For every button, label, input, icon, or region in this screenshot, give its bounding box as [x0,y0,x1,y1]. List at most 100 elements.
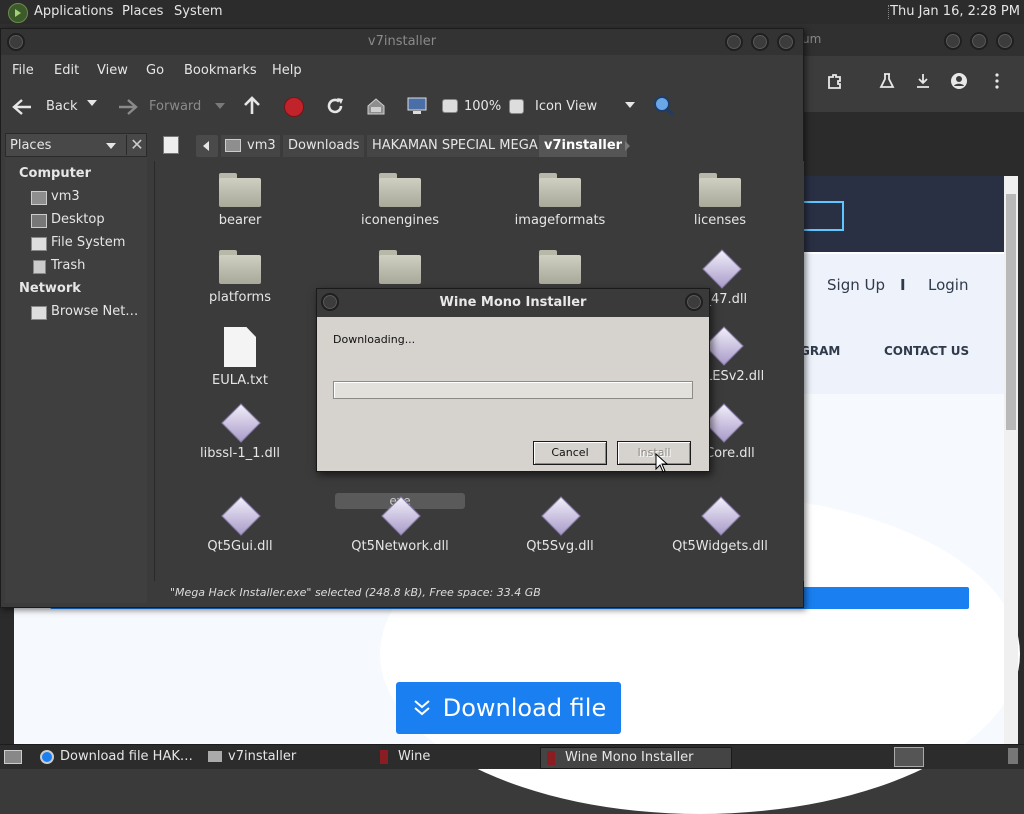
computer-icon[interactable] [406,96,428,120]
file-item[interactable]: Qt5Gui.dll [165,496,315,554]
up-icon[interactable] [242,95,262,121]
search-icon[interactable] [653,95,675,121]
view-mode-chevron-icon[interactable] [625,102,635,108]
file-item[interactable]: platforms [165,250,315,305]
sidebar-item-trash[interactable]: Trash [51,258,85,273]
minimize-button[interactable] [725,33,743,51]
menu-file[interactable]: File [12,63,34,78]
sign-up-link[interactable]: Sign Up [827,276,885,294]
forward-arrow-icon[interactable] [117,97,139,121]
scrollbar-thumb[interactable] [1006,194,1016,430]
edit-location-icon[interactable] [163,136,179,154]
file-item[interactable] [325,250,475,290]
file-item[interactable] [485,250,635,290]
show-desktop-icon[interactable] [4,750,22,764]
sidebar-item-vm3[interactable]: vm3 [51,189,80,204]
minimize-button[interactable] [944,32,962,50]
home-folder-icon [225,139,241,152]
file-item[interactable]: libssl-1_1.dll [165,403,315,461]
menu-view[interactable]: View [97,63,128,78]
login-link[interactable]: Login [928,276,968,294]
close-button[interactable] [996,32,1014,50]
zoom-in-icon[interactable] [509,99,524,114]
file-item[interactable]: bearer [165,173,315,228]
folder-icon [699,173,741,207]
close-sidebar-icon[interactable]: ✕ [126,135,147,155]
file-item[interactable]: iconengines [325,173,475,228]
dll-icon [701,496,741,536]
taskbar-item-wine[interactable]: Wine [374,747,548,767]
nav-contact-link[interactable]: CONTACT US [884,344,969,358]
dll-icon [704,326,744,366]
applications-menu[interactable]: Applications [34,0,113,24]
taskbar-item-file-manager[interactable]: v7installer [204,747,388,767]
forward-button[interactable]: Forward [149,99,201,114]
sidebar-header: Places ✕ [5,133,147,157]
menu-edit[interactable]: Edit [54,63,79,78]
profile-icon[interactable] [950,72,968,95]
cancel-button[interactable]: Cancel [533,441,607,465]
sidebar-item-browse-network[interactable]: Browse Net… [51,304,138,319]
close-button[interactable] [685,293,703,311]
file-item[interactable]: LESv2.dll [704,326,775,384]
file-item[interactable]: Qt5Svg.dll [485,496,635,554]
folder-icon [379,173,421,207]
system-menu[interactable]: System [174,0,222,24]
stop-icon[interactable] [284,97,304,117]
sidebar-mode-select[interactable]: Places [10,138,51,153]
back-button[interactable]: Back [46,99,78,114]
toolbar: Back Forward 100% Icon View [1,85,803,132]
taskbar-item-browser[interactable]: Download file HAK… [36,747,218,767]
nav-program-link[interactable]: GRAM [800,344,840,358]
applications-icon[interactable] [8,3,28,23]
menu-help[interactable]: Help [272,63,302,78]
back-history-dropdown[interactable] [87,100,97,106]
taskbar: Download file HAK… v7installer Wine Wine… [0,744,1024,769]
sidebar-mode-chevron-icon[interactable] [106,143,116,149]
path-hakaman[interactable]: HAKAMAN SPECIAL MEGA [367,135,543,157]
path-vm3-label: vm3 [247,138,276,153]
clock[interactable]: Thu Jan 16, 2:28 PM [890,0,1020,24]
download-icon[interactable] [914,72,932,95]
menu-bookmarks[interactable]: Bookmarks [184,63,257,78]
dialog-titlebar[interactable]: Wine Mono Installer [317,289,709,317]
reload-icon[interactable] [325,96,345,120]
places-menu[interactable]: Places [122,0,163,24]
text-file-icon [224,327,256,367]
file-item[interactable]: licenses [645,173,795,228]
download-file-label: Download file [442,694,607,722]
file-manager-titlebar[interactable]: v7installer [1,29,803,55]
path-v7installer[interactable]: v7installer [539,135,628,157]
install-button[interactable]: Install [617,441,691,465]
sidebar-item-desktop[interactable]: Desktop [51,212,105,227]
extensions-icon[interactable] [826,72,844,95]
forward-history-dropdown[interactable] [215,103,225,109]
file-item[interactable]: Qt5Network.dll [325,496,475,554]
maximize-button[interactable] [970,32,988,50]
path-downloads[interactable]: Downloads [283,135,365,157]
trash-applet-icon[interactable] [1008,748,1018,764]
wine-icon [380,750,388,764]
workspace-switcher[interactable] [894,747,924,767]
path-scroll-left-button[interactable] [196,135,218,157]
file-item[interactable]: Qt5Widgets.dll [645,496,795,554]
file-item[interactable]: imageformats [485,173,635,228]
taskbar-item-wine-mono-installer[interactable]: Wine Mono Installer [540,747,732,769]
file-item[interactable]: EULA.txt [165,327,315,388]
view-mode-select[interactable]: Icon View [535,99,597,114]
path-vm3[interactable]: vm3 [221,135,280,157]
download-file-button[interactable]: Download file [396,682,621,734]
more-menu-icon[interactable] [988,72,1006,95]
sidebar-item-file-system[interactable]: File System [51,235,125,250]
path-scroll-right-button[interactable] [625,141,630,151]
taskbar-item-label: v7installer [228,749,297,764]
home-icon[interactable] [366,97,386,119]
back-arrow-icon[interactable] [11,97,33,121]
zoom-out-icon[interactable] [442,99,458,113]
menu-go[interactable]: Go [146,63,164,78]
maximize-button[interactable] [751,33,769,51]
site-search-input[interactable] [802,201,844,231]
labs-icon[interactable] [878,72,896,95]
close-button[interactable] [777,33,795,51]
file-item[interactable]: Core.dll [704,403,775,461]
